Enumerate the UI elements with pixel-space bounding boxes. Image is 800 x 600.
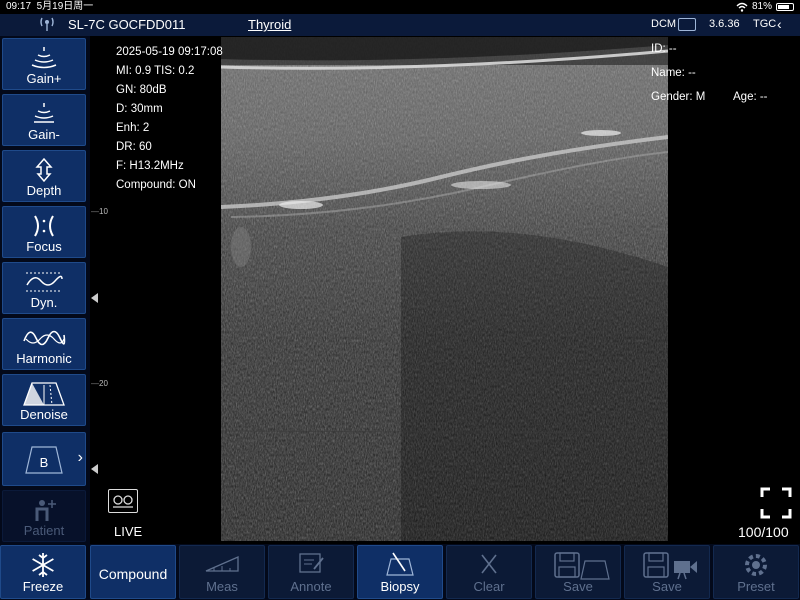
scan-datetime: 2025-05-19 09:17:08 (116, 46, 223, 58)
ruler-mark-10: —10 (91, 207, 108, 216)
depth-label: Depth (26, 183, 62, 198)
scan-compound: Compound: ON (116, 179, 196, 191)
denoise-label: Denoise (20, 407, 68, 422)
wifi-icon (736, 2, 748, 12)
clear-label: Clear (473, 579, 505, 594)
freeze-label: Freeze (22, 579, 64, 594)
scan-info-overlay: 2025-05-19 09:17:08 MI: 0.9 TIS: 0.2 GN:… (116, 43, 223, 195)
gain-plus-label: Gain+ (26, 71, 62, 86)
wireless-probe-icon (40, 17, 54, 31)
denoise-icon (23, 382, 65, 406)
focus-marker-icon[interactable] (91, 293, 98, 303)
scan-dynamic-range: DR: 60 (116, 141, 152, 153)
save-image-label: Save (563, 579, 593, 594)
status-time-date: 09:17 5月19日周一 (6, 0, 93, 14)
focus-label: Focus (26, 239, 62, 254)
patient-label: Patient (23, 523, 65, 538)
tgc-label[interactable]: TGC (753, 18, 776, 30)
patient-gender: Gender: M (651, 91, 706, 103)
preset-link[interactable]: Thyroid (248, 17, 291, 32)
ultrasound-image[interactable] (221, 37, 668, 541)
scan-depth: D: 30mm (116, 103, 163, 115)
status-right: 81% (736, 0, 794, 14)
scan-enhance: Enh: 2 (116, 122, 150, 134)
annotate-label: Annote (290, 579, 332, 594)
harmonic-icon (23, 330, 66, 346)
gain-minus-button[interactable]: Gain- (2, 94, 86, 146)
battery-icon (776, 3, 794, 11)
biopsy-label: Biopsy (380, 579, 420, 594)
depth-icon (35, 157, 53, 183)
status-bar: 09:17 5月19日周一 81% (0, 0, 800, 14)
biopsy-button[interactable]: Biopsy (357, 545, 443, 599)
app-version: 3.6.36 (709, 18, 740, 30)
measure-button[interactable]: Meas (179, 545, 265, 599)
scan-gain: GN: 80dB (116, 84, 167, 96)
patient-button[interactable]: Patient (2, 490, 86, 542)
save-image-button[interactable]: Save (535, 545, 621, 599)
zoom-level: 100/100 (738, 524, 789, 540)
harmonic-button[interactable]: Harmonic (2, 318, 86, 370)
preset-button[interactable]: Preset (713, 545, 799, 599)
save-video-button[interactable]: Save (624, 545, 710, 599)
focus-icon (34, 215, 54, 237)
dicom-icon[interactable] (678, 18, 696, 31)
annotate-icon (299, 553, 324, 573)
b-mode-button[interactable]: B › (2, 432, 86, 486)
scan-mi-tis: MI: 0.9 TIS: 0.2 (116, 65, 195, 77)
app-header: SL-7C GOCFDD011 Thyroid DCM 3.6.36 TGC ‹ (0, 14, 800, 36)
biopsy-icon (386, 552, 414, 576)
live-mode-icon (108, 489, 138, 513)
ultrasound-speckle (221, 37, 668, 541)
svg-text:B: B (40, 455, 49, 470)
b-mode-icon: B (25, 446, 63, 474)
patient-icon (35, 500, 56, 521)
gain-plus-button[interactable]: Gain+ (2, 38, 86, 90)
preset-gear-icon (745, 554, 767, 576)
freeze-button[interactable]: Freeze (0, 545, 86, 599)
save-image-icon (554, 552, 610, 580)
dynamic-range-label: Dyn. (30, 295, 58, 310)
measure-icon (205, 556, 239, 572)
dynamic-range-button[interactable]: Dyn. (2, 262, 86, 314)
patient-age: Age: -- (733, 91, 768, 103)
compound-label: Compound (98, 566, 168, 582)
scan-frequency: F: H13.2MHz (116, 160, 184, 172)
patient-id: ID: -- (651, 43, 677, 55)
status-time: 09:17 (6, 1, 32, 12)
dynamic-range-icon (26, 272, 63, 292)
dcm-label[interactable]: DCM (651, 18, 676, 30)
focus-marker-icon[interactable] (91, 464, 98, 474)
bottom-toolbar: Freeze Compound Meas Annote Biopsy Clear… (0, 544, 800, 600)
depth-ruler: —10 —20 (91, 37, 111, 541)
fullscreen-icon[interactable] (760, 487, 792, 519)
left-control-panel: Gain+ Gain- Depth Focus Dyn. Harmonic De… (0, 36, 90, 544)
status-date: 5月19日周一 (36, 1, 94, 12)
gain-minus-icon (34, 103, 54, 123)
annotate-button[interactable]: Annote (268, 545, 354, 599)
depth-button[interactable]: Depth (2, 150, 86, 202)
focus-button[interactable]: Focus (2, 206, 86, 258)
clear-icon (481, 554, 497, 574)
preset-label: Preset (737, 579, 775, 594)
probe-name: SL-7C GOCFDD011 (68, 17, 186, 32)
denoise-button[interactable]: Denoise (2, 374, 86, 426)
gain-plus-icon (31, 47, 57, 69)
measure-label: Meas (206, 579, 238, 594)
live-label: LIVE (114, 524, 143, 539)
patient-name: Name: -- (651, 67, 696, 79)
harmonic-label: Harmonic (16, 351, 72, 366)
clear-button[interactable]: Clear (446, 545, 532, 599)
save-video-label: Save (652, 579, 682, 594)
ruler-mark-20: —20 (91, 379, 108, 388)
battery-percent: 81% (751, 1, 772, 12)
gain-minus-label: Gain- (28, 127, 60, 142)
b-mode-expand-icon[interactable]: › (78, 449, 83, 467)
save-video-icon (643, 552, 697, 580)
snowflake-icon (32, 553, 54, 577)
tgc-collapse-icon[interactable]: ‹ (777, 16, 782, 32)
compound-button[interactable]: Compound (90, 545, 176, 599)
